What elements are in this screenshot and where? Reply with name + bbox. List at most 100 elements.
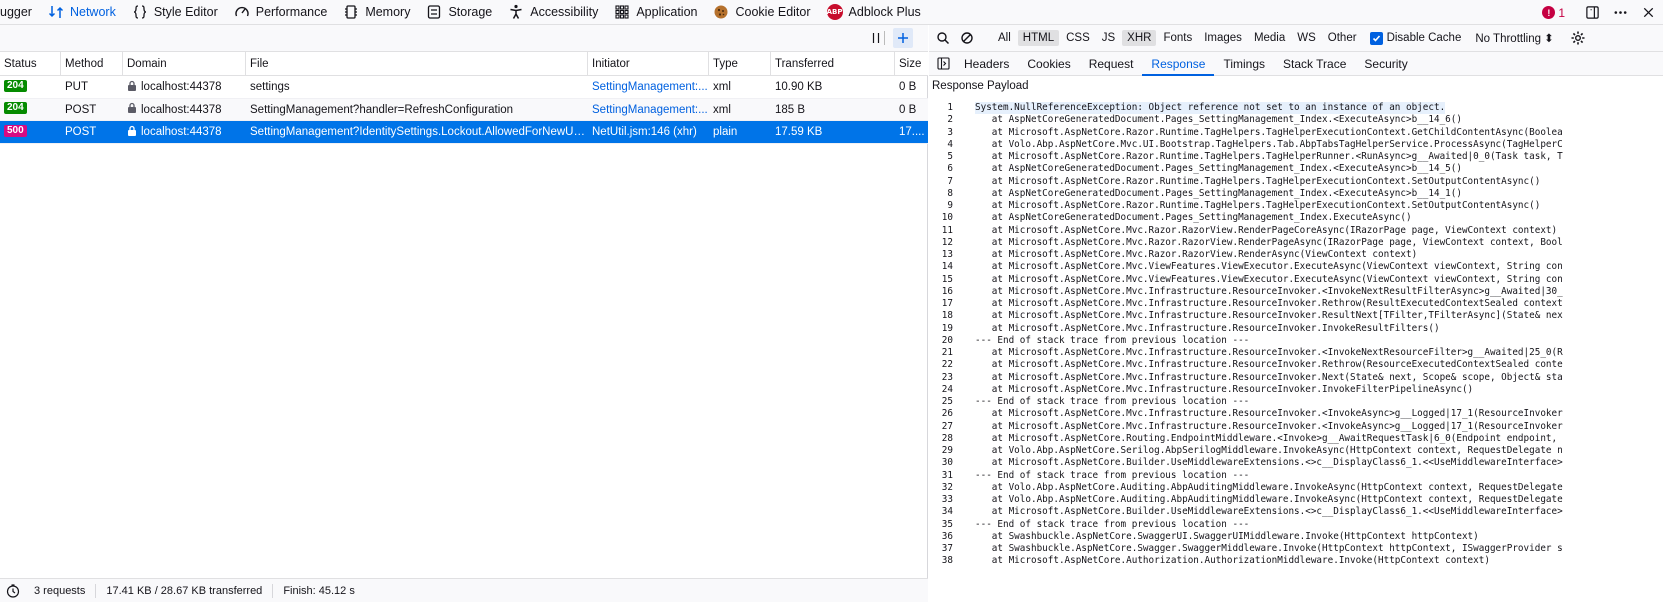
filter-xhr[interactable]: XHR [1122, 30, 1157, 46]
disable-cache-checkbox[interactable]: Disable Cache [1369, 31, 1461, 45]
line-text: at Microsoft.AspNetCore.Razor.Runtime.Ta… [975, 151, 1563, 162]
code-line: 28 at Microsoft.AspNetCore.Routing.Endpo… [929, 433, 1663, 445]
toolbar-right: ! 1 [1542, 0, 1659, 24]
line-number: 17 [941, 298, 953, 309]
add-filter-icon[interactable] [893, 28, 913, 48]
line-text: at Microsoft.AspNetCore.Mvc.Razor.RazorV… [975, 224, 1558, 236]
line-number: 30 [941, 457, 953, 469]
method-cell: POST [65, 126, 97, 138]
request-row-selected[interactable]: 500 POST localhost:44378 SettingManageme… [0, 121, 928, 144]
tab-response[interactable]: Response [1142, 52, 1215, 76]
line-text: --- End of stack trace from previous loc… [975, 518, 1250, 530]
initiator-link[interactable]: SettingManagement:... [592, 81, 708, 93]
line-text: --- End of stack trace from previous loc… [975, 469, 1250, 481]
tab-timings[interactable]: Timings [1214, 52, 1274, 76]
line-text: at Microsoft.AspNetCore.Mvc.Infrastructu… [975, 298, 1563, 309]
column-transferred[interactable]: Transferred [771, 52, 895, 76]
finish-time: Finish: 45.12 s [283, 584, 355, 597]
request-row[interactable]: 204 POST localhost:44378 SettingManageme… [0, 98, 928, 121]
tab-label: Performance [255, 5, 328, 19]
column-domain[interactable]: Domain [123, 52, 246, 76]
line-text: at Volo.Abp.AspNetCore.Mvc.UI.Bootstrap.… [975, 138, 1563, 150]
tab-adblock-plus[interactable]: ABP Adblock Plus [819, 0, 929, 24]
line-text: at Microsoft.AspNetCore.Mvc.Infrastructu… [975, 408, 1563, 420]
line-text: at Microsoft.AspNetCore.Mvc.Infrastructu… [975, 310, 1563, 322]
tab-network[interactable]: Network [40, 0, 124, 24]
tab-headers[interactable]: Headers [955, 52, 1018, 76]
filter-images[interactable]: Images [1199, 30, 1247, 46]
line-number: 21 [941, 347, 953, 358]
request-list-panel: Status Method Domain File Initiator Type… [0, 25, 928, 602]
column-size[interactable]: Size [895, 52, 928, 76]
code-line: 36 at Swashbuckle.AspNetCore.SwaggerUI.S… [929, 531, 1663, 543]
gear-icon[interactable] [1570, 30, 1586, 46]
status-badge: 500 [4, 124, 27, 137]
block-icon[interactable] [957, 28, 977, 48]
request-row[interactable]: 204 PUT localhost:44378 settings Setting… [0, 76, 928, 99]
devtools-toolbar: ugger Network Style Editor Performance M… [0, 0, 1663, 25]
column-initiator[interactable]: Initiator [588, 52, 709, 76]
line-text: --- End of stack trace from previous loc… [975, 396, 1250, 407]
details-panel: All HTML CSS JS XHR Fonts Images Media W… [929, 25, 1663, 602]
tab-style-editor[interactable]: Style Editor [124, 0, 226, 24]
code-line: 18 at Microsoft.AspNetCore.Mvc.Infrastru… [929, 310, 1663, 322]
column-type[interactable]: Type [709, 52, 771, 76]
initiator-cell[interactable]: NetUtil.jsm:146 (xhr) [588, 121, 709, 143]
line-number: 28 [941, 432, 953, 444]
pause-icon[interactable] [866, 28, 886, 48]
search-icon[interactable] [933, 28, 953, 48]
tab-accessibility[interactable]: Accessibility [500, 0, 606, 24]
tab-memory[interactable]: Memory [335, 0, 418, 24]
tab-request[interactable]: Request [1080, 52, 1143, 76]
transferred-cell: 185 B [775, 103, 806, 116]
clock-icon[interactable] [6, 583, 20, 598]
throttling-select[interactable]: No Throttling ⬍ [1475, 31, 1553, 45]
line-text: at Microsoft.AspNetCore.Razor.Runtime.Ta… [975, 175, 1541, 187]
filter-fonts[interactable]: Fonts [1158, 30, 1197, 46]
dock-layout-icon[interactable] [1581, 2, 1603, 24]
more-options-icon[interactable] [1609, 2, 1631, 24]
tab-storage[interactable]: Storage [418, 0, 500, 24]
file-cell: SettingManagement?IdentitySettings.Locko… [250, 126, 588, 138]
sidebar-toggle-icon[interactable] [931, 52, 955, 76]
code-line: 14 at Microsoft.AspNetCore.Mvc.ViewFeatu… [929, 261, 1663, 273]
tab-label: Accessibility [530, 5, 599, 19]
initiator-cell[interactable]: SettingManagement:... [588, 99, 709, 121]
toolbar-divider [884, 31, 885, 45]
tab-stack-trace[interactable]: Stack Trace [1274, 52, 1355, 76]
tab-security[interactable]: Security [1355, 52, 1416, 76]
column-method[interactable]: Method [61, 52, 123, 76]
filter-all[interactable]: All [993, 30, 1016, 46]
column-status[interactable]: Status [0, 52, 61, 76]
type-filter-bar: All HTML CSS JS XHR Fonts Images Media W… [929, 25, 1663, 52]
error-count-badge[interactable]: ! 1 [1542, 6, 1565, 20]
line-text: at Microsoft.AspNetCore.Mvc.Infrastructu… [975, 371, 1563, 383]
filter-other[interactable]: Other [1323, 30, 1362, 46]
filter-html[interactable]: HTML [1017, 30, 1060, 46]
initiator-link[interactable]: NetUtil.jsm:146 (xhr) [592, 126, 697, 138]
close-icon[interactable] [1637, 2, 1659, 24]
response-code-view[interactable]: 1 System.NullReferenceException: Object r… [929, 102, 1663, 602]
filter-js[interactable]: JS [1097, 30, 1120, 46]
tab-label: Adblock Plus [848, 5, 921, 19]
filter-media[interactable]: Media [1249, 30, 1290, 46]
line-text: at Microsoft.AspNetCore.Mvc.Infrastructu… [975, 322, 1440, 334]
tab-performance[interactable]: Performance [226, 0, 336, 24]
line-text: at Microsoft.AspNetCore.Routing.Endpoint… [975, 432, 1558, 444]
line-text: at Microsoft.AspNetCore.Mvc.Razor.RazorV… [975, 249, 1418, 260]
line-number: 9 [947, 200, 953, 211]
filter-ws[interactable]: WS [1292, 30, 1321, 46]
tab-cookie-editor[interactable]: Cookie Editor [705, 0, 818, 24]
tab-cookies[interactable]: Cookies [1018, 52, 1079, 76]
initiator-cell[interactable]: SettingManagement:... [588, 76, 709, 98]
initiator-link[interactable]: SettingManagement:... [592, 104, 708, 116]
line-number: 35 [941, 518, 953, 530]
status-badge: 204 [4, 102, 27, 115]
tab-debugger[interactable]: ugger [0, 0, 40, 24]
line-number: 34 [941, 506, 953, 518]
tab-application[interactable]: Application [606, 0, 705, 24]
filter-css[interactable]: CSS [1061, 30, 1095, 46]
column-file[interactable]: File [246, 52, 588, 76]
code-line: 2 at AspNetCoreGeneratedDocument.Pages_S… [929, 114, 1663, 126]
code-line: 8 at AspNetCoreGeneratedDocument.Pages_S… [929, 188, 1663, 200]
